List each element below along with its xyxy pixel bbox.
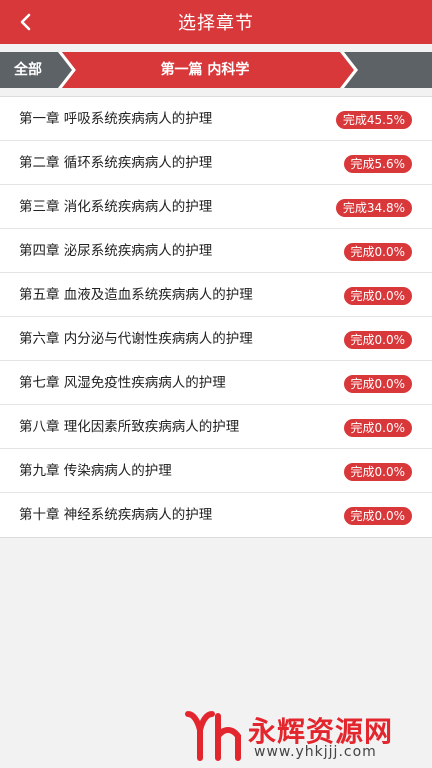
chevron-left-icon: [20, 13, 31, 31]
chapter-row[interactable]: 第八章 理化因素所致疾病病人的护理 完成0.0%: [0, 405, 432, 449]
page-title: 选择章节: [178, 13, 254, 34]
chapter-title: 第五章 血液及造血系统疾病病人的护理: [19, 287, 253, 303]
chapter-row[interactable]: 第一章 呼吸系统疾病病人的护理 完成45.5%: [0, 97, 432, 141]
chapter-title: 第四章 泌尿系统疾病病人的护理: [19, 243, 213, 259]
chapter-title: 第一章 呼吸系统疾病病人的护理: [19, 111, 213, 127]
chapter-row[interactable]: 第六章 内分泌与代谢性疾病病人的护理 完成0.0%: [0, 317, 432, 361]
progress-badge: 完成0.0%: [343, 507, 412, 525]
chapter-title: 第九章 传染病病人的护理: [19, 463, 172, 479]
progress-badge: 完成0.0%: [343, 243, 412, 261]
progress-badge: 完成34.8%: [335, 199, 412, 217]
progress-badge: 完成0.0%: [343, 375, 412, 393]
progress-badge: 完成0.0%: [343, 419, 412, 437]
chapter-row[interactable]: 第四章 泌尿系统疾病病人的护理 完成0.0%: [0, 229, 432, 273]
chapter-row[interactable]: 第九章 传染病病人的护理 完成0.0%: [0, 449, 432, 493]
progress-badge: 完成45.5%: [335, 111, 412, 129]
progress-badge: 完成0.0%: [343, 287, 412, 305]
chapter-title: 第三章 消化系统疾病病人的护理: [19, 199, 213, 215]
chapter-title: 第十章 神经系统疾病病人的护理: [19, 507, 213, 523]
chapter-row[interactable]: 第三章 消化系统疾病病人的护理 完成34.8%: [0, 185, 432, 229]
chapter-title: 第七章 风湿免疫性疾病病人的护理: [19, 375, 226, 391]
progress-badge: 完成0.0%: [343, 331, 412, 349]
watermark-url: www.yhkjjj.com: [254, 744, 377, 760]
top-bar: 选择章节: [0, 0, 432, 44]
breadcrumb: 全部 第一篇 内科学: [0, 52, 432, 88]
breadcrumb-root[interactable]: 全部: [14, 52, 42, 88]
site-logo-icon: [185, 711, 241, 761]
watermark: 永辉资源网 www.yhkjjj.com: [184, 708, 420, 764]
chapter-title: 第六章 内分泌与代谢性疾病病人的护理: [19, 331, 253, 347]
breadcrumb-current[interactable]: 第一篇 内科学: [70, 52, 340, 88]
chapter-title: 第二章 循环系统疾病病人的护理: [19, 155, 213, 171]
chapter-list: 第一章 呼吸系统疾病病人的护理 完成45.5% 第二章 循环系统疾病病人的护理 …: [0, 96, 432, 538]
chapter-title: 第八章 理化因素所致疾病病人的护理: [19, 419, 240, 435]
back-button[interactable]: [12, 8, 40, 36]
progress-badge: 完成0.0%: [343, 463, 412, 481]
chapter-row[interactable]: 第十章 神经系统疾病病人的护理 完成0.0%: [0, 493, 432, 537]
chapter-row[interactable]: 第七章 风湿免疫性疾病病人的护理 完成0.0%: [0, 361, 432, 405]
app-screen: 选择章节 全部 第一篇 内科学 第一章 呼吸系统疾病病人的护理 完成45.5% …: [0, 0, 432, 768]
chapter-row[interactable]: 第五章 血液及造血系统疾病病人的护理 完成0.0%: [0, 273, 432, 317]
chapter-row[interactable]: 第二章 循环系统疾病病人的护理 完成5.6%: [0, 141, 432, 185]
progress-badge: 完成5.6%: [343, 155, 412, 173]
